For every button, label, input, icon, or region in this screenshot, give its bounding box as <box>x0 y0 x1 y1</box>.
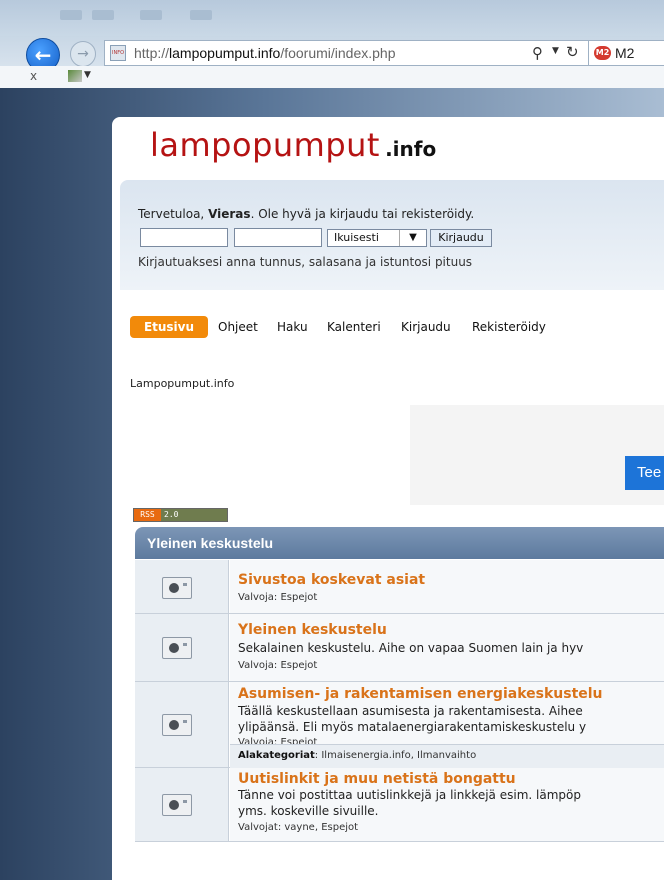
welcome-suffix: . Ole hyvä ja kirjaudu tai rekisteröidy. <box>250 207 475 221</box>
board-icon-cell <box>135 560 229 613</box>
board-description: Tänne voi postittaa uutislinkkejä ja lin… <box>238 788 581 802</box>
tab-favicon-icon: M2 <box>594 46 611 60</box>
board-info: Sivustoa koskevat asiat Valvoja: Espejot <box>230 560 664 613</box>
board-icon-cell <box>135 682 229 767</box>
welcome-text: Tervetuloa, Vieras. Ole hyvä ja kirjaudu… <box>138 207 474 221</box>
board-info: Asumisen- ja rakentamisen energiakeskust… <box>230 682 664 748</box>
url-path: /foorumi/index.php <box>280 45 396 61</box>
close-icon[interactable]: x <box>30 69 37 83</box>
board-moderators: Valvoja: Espejot <box>238 660 318 671</box>
menu-item-calendar[interactable]: Kalenteri <box>327 320 381 334</box>
url-prefix: http:// <box>134 45 170 61</box>
menu-item-login[interactable]: Kirjaudu <box>401 320 451 334</box>
subcategories-label: Alakategoriat <box>238 750 315 761</box>
board-row: Uutislinkit ja muu netistä bongattu Tänn… <box>135 768 664 842</box>
login-button[interactable]: Kirjaudu <box>430 229 492 247</box>
board-description: Sekalainen keskustelu. Aihe on vapaa Suo… <box>238 641 584 655</box>
site-favicon-icon: INFO <box>110 45 126 61</box>
chevron-down-icon[interactable]: ▼ <box>399 230 426 246</box>
category-header[interactable]: Yleinen keskustelu <box>135 527 664 559</box>
menu-item-help[interactable]: Ohjeet <box>218 320 258 334</box>
address-url[interactable]: http://lampopumput.info/foorumi/index.ph… <box>134 45 396 61</box>
menu-item-search[interactable]: Haku <box>277 320 308 334</box>
board-title[interactable]: Asumisen- ja rakentamisen energiakeskust… <box>238 686 603 702</box>
board-info: Yleinen keskustelu Sekalainen keskustelu… <box>230 614 664 681</box>
breadcrumb[interactable]: Lampopumput.info <box>130 377 234 390</box>
browser-titlebar <box>0 0 664 36</box>
ad-banner <box>410 405 664 505</box>
command-bar <box>0 66 664 89</box>
heat-pump-icon <box>162 794 192 816</box>
titlebar-icon <box>60 10 82 20</box>
ad-button[interactable]: Tee <box>625 456 664 490</box>
search-icon[interactable]: ⚲ <box>532 44 543 62</box>
board-description: yms. koskeville sivuille. <box>238 804 379 818</box>
menu-item-register[interactable]: Rekisteröidy <box>472 320 546 334</box>
titlebar-icon <box>92 10 114 20</box>
welcome-prefix: Tervetuloa, <box>138 207 209 221</box>
forward-arrow-icon[interactable]: → <box>70 41 96 67</box>
board-moderators: Valvoja: Espejot <box>238 592 318 603</box>
board-row: Sivustoa koskevat asiat Valvoja: Espejot <box>135 560 664 614</box>
heat-pump-icon <box>162 577 192 599</box>
board-moderators: Valvojat: vayne, Espejot <box>238 822 359 833</box>
username-input[interactable] <box>140 228 228 247</box>
refresh-icon[interactable]: ↻ <box>566 43 579 61</box>
board-row: Yleinen keskustelu Sekalainen keskustelu… <box>135 614 664 682</box>
url-domain: lampopumput.info <box>169 45 281 61</box>
board-title[interactable]: Sivustoa koskevat asiat <box>238 572 425 588</box>
logo-main-text: lampopumput <box>150 126 380 164</box>
subcategories-links[interactable]: : Ilmaisenergia.info, Ilmanvaihto <box>315 750 476 761</box>
toolbar-dropdown-icon[interactable]: ▼ <box>84 70 91 80</box>
titlebar-icon <box>140 10 162 20</box>
rss-badge[interactable]: RSS 2.0 <box>133 508 228 522</box>
heat-pump-icon <box>162 714 192 736</box>
board-icon-cell <box>135 614 229 681</box>
rss-version: 2.0 <box>161 509 227 521</box>
board-subcategories: Alakategoriat: Ilmaisenergia.info, Ilman… <box>230 744 664 768</box>
tab-label[interactable]: M2 <box>615 45 634 61</box>
password-input[interactable] <box>234 228 322 247</box>
heat-pump-icon <box>162 637 192 659</box>
titlebar-icon <box>190 10 212 20</box>
board-title[interactable]: Yleinen keskustelu <box>238 622 387 638</box>
rss-label: RSS <box>134 509 161 521</box>
welcome-user: Vieras <box>208 207 251 221</box>
site-logo[interactable]: lampopumput .info <box>150 126 436 164</box>
menu-item-home[interactable]: Etusivu <box>130 316 208 338</box>
logo-tld-text: .info <box>385 137 437 161</box>
board-description: Täällä keskustellaan asumisesta ja raken… <box>238 704 583 718</box>
dropdown-arrow-icon[interactable]: ▼ <box>552 46 559 56</box>
toolbar-image-icon[interactable] <box>68 70 82 82</box>
login-hint: Kirjautuaksesi anna tunnus, salasana ja … <box>138 255 473 269</box>
board-title[interactable]: Uutislinkit ja muu netistä bongattu <box>238 771 516 787</box>
board-info: Uutislinkit ja muu netistä bongattu Tänn… <box>230 768 664 841</box>
tab-divider <box>588 40 589 66</box>
session-length-value: Ikuisesti <box>334 231 379 244</box>
board-row: Asumisen- ja rakentamisen energiakeskust… <box>135 682 664 768</box>
board-description: ylipäänsä. Eli myös matalaenergiarakenta… <box>238 720 587 734</box>
board-icon-cell <box>135 768 229 841</box>
